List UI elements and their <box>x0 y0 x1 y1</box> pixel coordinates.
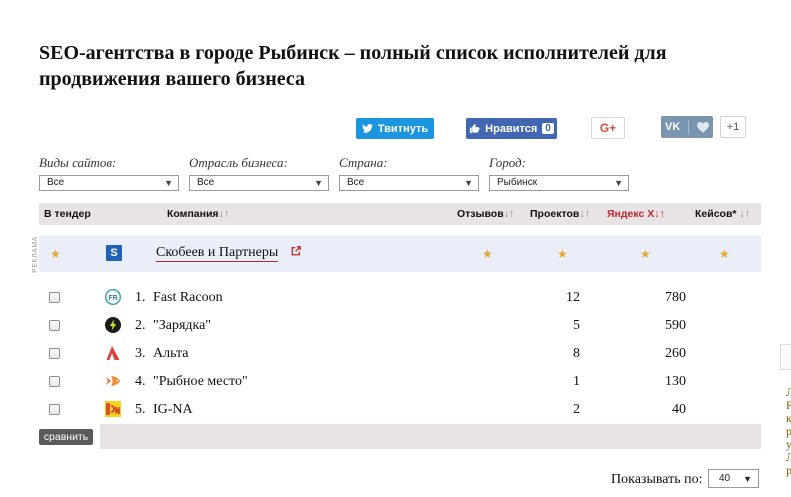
page-size-value: 40 <box>719 473 731 484</box>
row-number: 4. <box>135 374 146 389</box>
header-cases[interactable]: Кейсов* ↓↑ <box>695 208 750 220</box>
projects-count: 8 <box>573 346 580 361</box>
projects-count: 12 <box>566 290 580 305</box>
sort-arrows-icon: ↓↑ <box>579 208 590 220</box>
row-number: 2. <box>135 318 146 333</box>
star-icon: ★ <box>482 247 493 261</box>
external-link-icon[interactable] <box>291 246 301 256</box>
filter-label-site-types: Виды сайтов: <box>39 155 117 170</box>
company-name-link[interactable]: Альта <box>153 346 188 362</box>
ad-company-link[interactable]: Скобеев и Партнеры <box>156 245 279 262</box>
tender-checkbox[interactable] <box>49 404 60 415</box>
filter-value-site-types: Все <box>47 177 65 188</box>
tweet-label: Твитнуть <box>377 122 429 135</box>
star-icon: ★ <box>719 247 730 261</box>
company-name-link[interactable]: "Рыбное место" <box>153 374 248 390</box>
header-reviews-label: Отзывов <box>457 208 504 220</box>
vk-icon: VK <box>665 121 681 133</box>
sort-arrows-icon: ↓↑ <box>654 208 665 220</box>
header-company-label: Компания <box>167 208 219 220</box>
fish-logo-icon <box>106 376 120 386</box>
tweet-button[interactable]: Твитнуть <box>356 118 434 139</box>
header-yandex-label: Яндекс Х <box>607 208 655 220</box>
ad-company-logo: S <box>106 245 122 261</box>
row-number: 5. <box>135 402 146 417</box>
page-title: SEO-агентства в городе Рыбинск – полный … <box>39 42 667 90</box>
filter-label-country: Страна: <box>339 155 388 170</box>
thumbs-up-icon <box>470 123 480 134</box>
facebook-like-label: Нравится <box>485 122 538 135</box>
projects-count: 1 <box>573 374 580 389</box>
company-name-link[interactable]: "Зарядка" <box>153 318 211 334</box>
chevron-down-icon: ▼ <box>614 178 623 188</box>
filter-select-industry[interactable]: Все ▼ <box>189 175 329 191</box>
tender-checkbox[interactable] <box>49 292 60 303</box>
chevron-down-icon: ▼ <box>164 178 173 188</box>
fast-racoon-logo-icon: FR <box>105 289 121 305</box>
vk-like-button[interactable]: VK <box>661 116 713 138</box>
header-projects-label: Проектов <box>530 208 580 220</box>
row-number: 1. <box>135 290 146 305</box>
filter-select-site-types[interactable]: Все ▼ <box>39 175 179 191</box>
sort-arrows-icon: ↓↑ <box>739 208 750 220</box>
vk-separator <box>688 120 690 134</box>
star-icon: ★ <box>557 247 568 261</box>
facebook-like-count: 0 <box>542 123 554 134</box>
yandex-rating: 590 <box>665 318 686 333</box>
vk-like-count: +1 <box>720 116 746 138</box>
page-size-select[interactable]: 40 ▼ <box>708 469 759 488</box>
table-footer-bar <box>100 424 761 449</box>
gplus-icon: G+ <box>599 121 617 135</box>
row-number: 3. <box>135 346 146 361</box>
company-name-link[interactable]: IG-NA <box>153 402 193 418</box>
sort-arrows-icon: ↓↑ <box>503 208 515 220</box>
header-reviews[interactable]: Отзывов↓↑ <box>457 208 514 220</box>
projects-count: 2 <box>573 402 580 417</box>
chevron-down-icon: ▼ <box>743 474 752 484</box>
chevron-down-icon: ▼ <box>464 178 473 188</box>
yandex-rating: 780 <box>665 290 686 305</box>
ad-row[interactable]: ★ ★ ★ ★ ★ <box>39 236 761 272</box>
projects-count: 5 <box>573 318 580 333</box>
star-icon: ★ <box>640 247 651 261</box>
filter-value-country: Все <box>347 177 365 188</box>
lightning-logo-icon <box>105 317 121 333</box>
header-projects[interactable]: Проектов↓↑ <box>530 208 590 220</box>
igna-logo-icon <box>105 401 121 417</box>
header-tender: В тендер <box>44 208 91 220</box>
chevron-down-icon: ▼ <box>314 178 323 188</box>
yandex-rating: 260 <box>665 346 686 361</box>
filter-label-city: Город: <box>489 155 526 170</box>
facebook-like-button[interactable]: Нравится 0 <box>466 118 557 139</box>
gplus-button[interactable]: G+ <box>591 117 625 139</box>
twitter-bird-icon <box>361 124 373 133</box>
sort-arrows-icon: ↓↑ <box>218 208 230 220</box>
heart-icon <box>697 121 709 133</box>
filter-value-industry: Все <box>197 177 215 188</box>
page-size-label: Показывать по: <box>611 472 703 487</box>
company-name-link[interactable]: Fast Racoon <box>153 290 223 306</box>
tender-checkbox[interactable] <box>49 320 60 331</box>
yandex-rating: 130 <box>665 374 686 389</box>
tender-checkbox[interactable] <box>49 376 60 387</box>
yandex-rating: 40 <box>672 402 686 417</box>
filter-label-industry: Отрасль бизнеса: <box>189 155 288 170</box>
tender-checkbox[interactable] <box>49 348 60 359</box>
filter-select-city[interactable]: Рыбинск ▼ <box>489 175 629 191</box>
header-cases-label: Кейсов* <box>695 208 737 220</box>
sidebar-edge-text: ЛРкруЛр <box>786 386 791 477</box>
table-header: В тендер Компания↓↑ Отзывов↓↑ Проектов↓↑… <box>39 203 761 225</box>
sidebar-edge-tab[interactable] <box>780 344 791 370</box>
svg-text:FR: FR <box>108 295 117 302</box>
header-company[interactable]: Компания↓↑ <box>167 208 229 220</box>
star-icon: ★ <box>50 247 61 261</box>
compare-button[interactable]: сравнить <box>39 429 93 445</box>
header-yandex[interactable]: Яндекс Х↓↑ <box>607 208 665 220</box>
filter-value-city: Рыбинск <box>497 177 538 188</box>
alta-logo-icon <box>106 346 120 360</box>
filter-select-country[interactable]: Все ▼ <box>339 175 479 191</box>
